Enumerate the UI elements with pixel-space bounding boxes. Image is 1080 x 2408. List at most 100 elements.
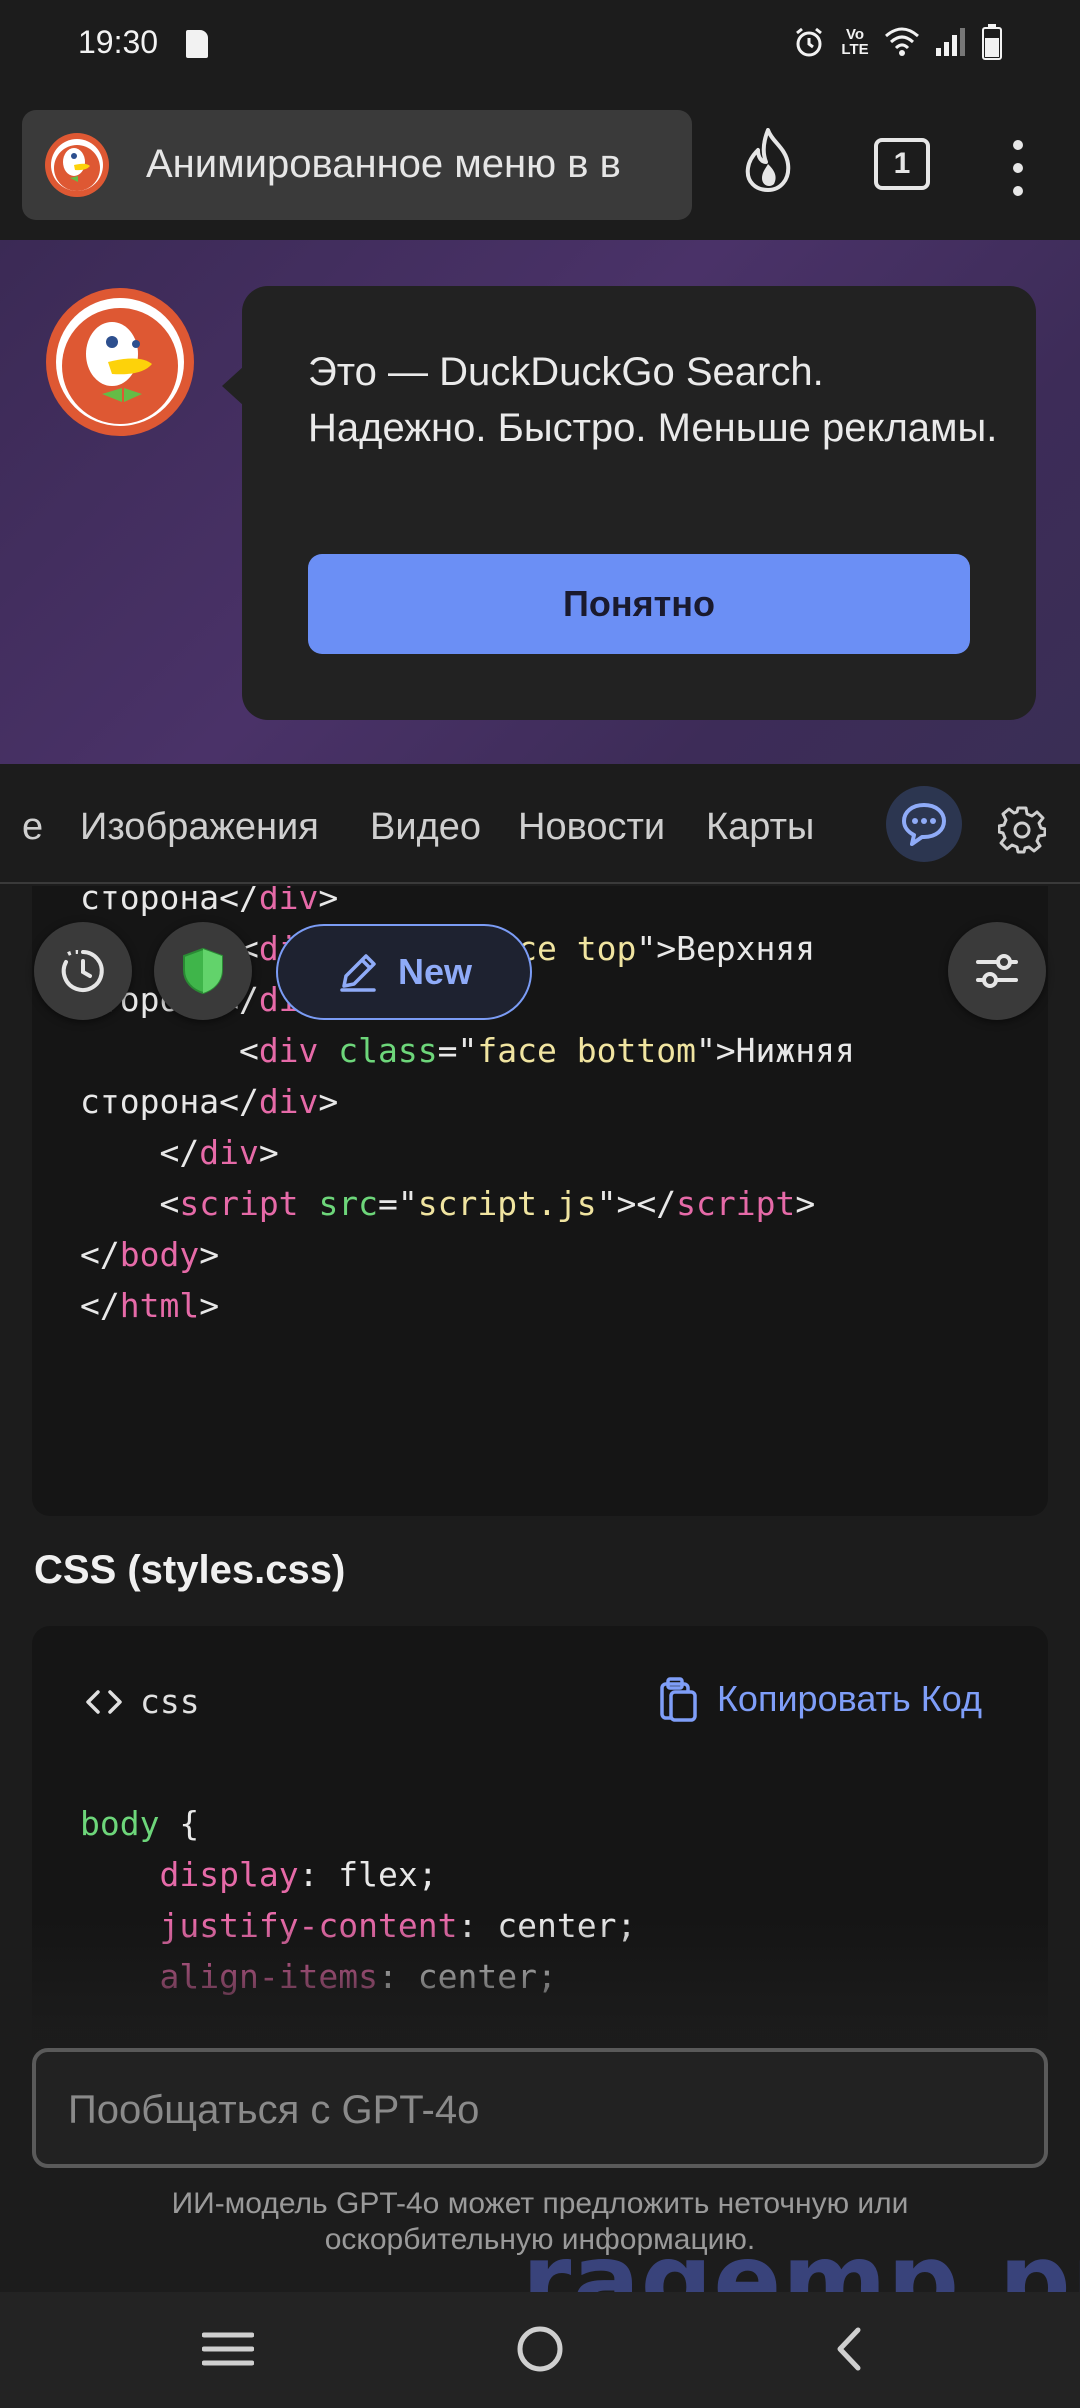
code-line: </body> [80, 1229, 855, 1280]
code-line: </div> [80, 1127, 855, 1178]
settings-gear-icon[interactable] [998, 806, 1046, 854]
new-chat-button[interactable]: New [276, 924, 532, 1020]
chat-content: сторона</div> <div class="face top">Верх… [0, 886, 1080, 2040]
status-bar: 19:30 Vo LTE [0, 0, 1080, 90]
sd-card-icon [186, 30, 208, 58]
code-token: script [676, 1184, 796, 1223]
code-line: display: flex; [80, 1849, 636, 1900]
code-token: { [159, 1804, 200, 1843]
code-token: div [258, 1082, 319, 1121]
chat-input[interactable] [68, 2080, 1008, 2140]
code-token: script [179, 1184, 299, 1223]
overflow-menu-icon[interactable] [1006, 140, 1030, 196]
back-button[interactable] [808, 2314, 888, 2384]
home-icon [517, 2326, 563, 2372]
new-chat-label: New [397, 951, 473, 992]
code-token: </ [80, 1286, 120, 1325]
status-time: 19:30 [78, 24, 159, 60]
code-line: <script src="script.js"></script> [80, 1178, 855, 1229]
history-icon [61, 949, 104, 992]
code-token: < [80, 1184, 180, 1223]
address-bar[interactable]: Анимированное меню в в [22, 110, 692, 220]
code-token: </ [80, 1133, 200, 1172]
code-token: =" [378, 1184, 418, 1223]
copy-icon [660, 1677, 697, 1722]
code-line: </html> [80, 1280, 855, 1331]
pencil-icon [340, 954, 376, 992]
code-token: сторона</ [80, 1082, 259, 1121]
chat-bubble-icon [902, 803, 946, 846]
code-token: src [318, 1184, 379, 1223]
onboarding-dialog: Это — DuckDuckGo Search. Надежно. Быстро… [222, 286, 1036, 720]
duckduckgo-logo [45, 133, 109, 197]
code-language: css [84, 1682, 200, 1721]
alarm-icon [796, 27, 822, 57]
volte-icon: Vo LTE [841, 26, 869, 58]
code-token: > [318, 886, 339, 917]
tab-maps[interactable]: Карты [706, 806, 814, 849]
fire-icon[interactable] [740, 128, 796, 194]
code-token: div [199, 1133, 259, 1172]
code-language-label: css [140, 1682, 200, 1721]
code-token: сторона</ [80, 886, 259, 917]
code-token: div [258, 1031, 319, 1070]
code-token: div [258, 886, 319, 917]
tabs-button[interactable]: 1 [874, 138, 930, 190]
shield-icon [183, 947, 223, 995]
promo-banner: Это — DuckDuckGo Search. Надежно. Быстро… [0, 240, 1080, 764]
signal-icon [936, 28, 965, 56]
code-token: body [80, 1804, 160, 1843]
tab-videos[interactable]: Видео [370, 806, 481, 849]
copy-code-label: Копировать Код [716, 1678, 982, 1719]
code-token: =" [437, 1031, 478, 1070]
code-token: > [258, 1133, 279, 1172]
code-token: </ [80, 1235, 120, 1274]
code-token: body [119, 1235, 200, 1274]
wifi-icon [885, 27, 919, 56]
copy-code-button[interactable]: Копировать Код [659, 1676, 982, 1722]
home-button[interactable] [500, 2314, 580, 2384]
code-line: сторона</div> [80, 1076, 855, 1127]
recent-apps-button[interactable] [188, 2314, 268, 2384]
code-token: script.js [417, 1184, 597, 1223]
code-token: class [338, 1031, 438, 1070]
chat-actions: New [0, 922, 1080, 1022]
code-token: > [199, 1286, 220, 1325]
got-it-button[interactable]: Понятно [308, 554, 970, 654]
code-token: : flex; [298, 1855, 438, 1894]
duckduckgo-logo [46, 288, 194, 436]
code-token: < [80, 1031, 259, 1070]
tab-images[interactable]: Изображения [80, 806, 319, 849]
onboarding-message: Это — DuckDuckGo Search. Надежно. Быстро… [308, 350, 998, 450]
tab-news[interactable]: Новости [518, 806, 665, 849]
code-line: body { [80, 1798, 636, 1849]
recent-apps-icon [202, 2332, 254, 2366]
system-nav-bar [0, 2292, 1080, 2408]
sliders-icon [976, 954, 1018, 988]
code-token: display [159, 1855, 299, 1894]
search-tabs: е Изображения Видео Новости Карты [0, 764, 1080, 884]
section-heading: CSS (styles.css) [34, 1548, 346, 1592]
code-token: ">Нижняя [695, 1031, 855, 1070]
code-token: > [318, 1082, 339, 1121]
browser-screen: 19:30 Vo LTE Анимированное меню в в 1 Эт… [0, 0, 1080, 2408]
browser-toolbar: Анимированное меню в в 1 [0, 90, 1080, 240]
scroll-fade [0, 1920, 1080, 2040]
history-button[interactable] [34, 922, 132, 1020]
back-icon [837, 2327, 861, 2371]
chat-settings-button[interactable] [948, 922, 1046, 1020]
code-token: > [199, 1235, 220, 1274]
ai-chat-button[interactable] [886, 786, 962, 862]
privacy-shield-button[interactable] [154, 922, 252, 1020]
code-line: <div class="face bottom">Нижняя [80, 1025, 855, 1076]
tab-title: Анимированное меню в в [146, 142, 621, 186]
code-token: "></ [596, 1184, 677, 1223]
code-token: html [119, 1286, 200, 1325]
battery-icon [982, 24, 1002, 60]
code-line: сторона</div> [80, 886, 855, 923]
tab-all[interactable]: е [22, 806, 43, 849]
chat-input-box[interactable] [32, 2048, 1048, 2168]
